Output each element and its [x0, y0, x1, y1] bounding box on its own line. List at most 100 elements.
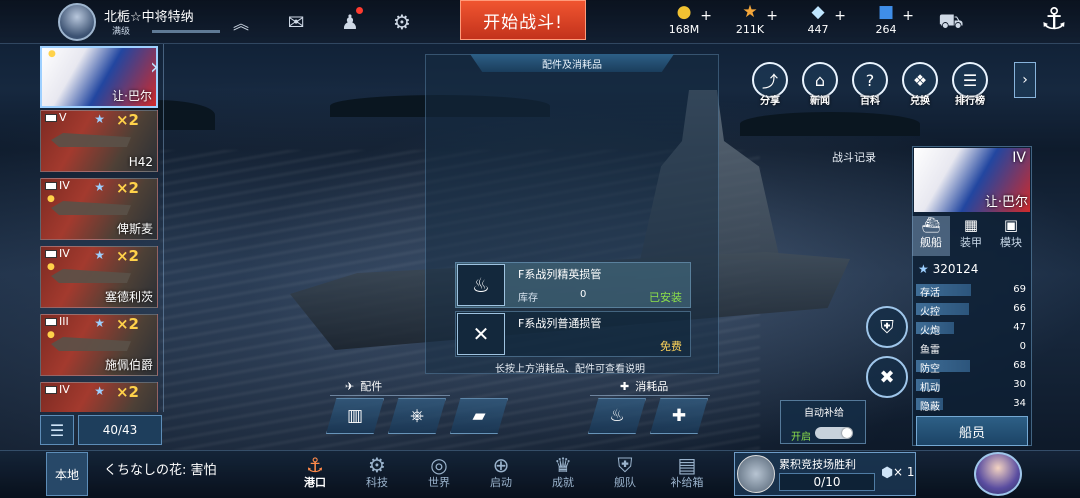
nav-world[interactable]: ◎ 世界: [414, 452, 464, 490]
settings-gear-icon[interactable]: ⚙: [388, 8, 416, 36]
list-menu-icon[interactable]: ☰: [40, 415, 74, 445]
crew-button[interactable]: 船员: [916, 416, 1028, 446]
ship-stat-row: 隐蔽 34: [916, 396, 1030, 413]
stat-name: 火控: [920, 307, 940, 318]
auto-supply-toggle[interactable]: [815, 427, 853, 439]
star-icon: ★: [94, 384, 105, 398]
repair-tools-icon[interactable]: ✖: [866, 356, 908, 398]
arena-medal-icon: [737, 455, 775, 493]
captain-avatar[interactable]: [974, 452, 1022, 496]
battle-record-link[interactable]: 战斗记录: [832, 149, 876, 165]
player-level: 满级: [112, 27, 131, 37]
ship-power: ★ 320124: [918, 262, 979, 276]
consumable-item-elite-damage-control[interactable]: ♨ F系战列精英损管 库存 0 已安装: [455, 262, 691, 308]
auto-supply-state: 开启: [791, 432, 811, 443]
star-icon: ★: [918, 262, 929, 276]
rank-wings-icon[interactable]: ︽: [228, 10, 254, 34]
stat-value: 66: [1013, 303, 1026, 314]
stat-name: 鱼雷: [920, 345, 940, 356]
stat-value: 68: [1013, 360, 1026, 371]
stat-value: 47: [1013, 322, 1026, 333]
ship-name: 让·巴尔: [984, 195, 1028, 210]
ship-tier: IV: [1012, 150, 1026, 166]
ship-list[interactable]: ● 让·巴尔 V ★ ×2 H42 IV ★ ×2 ● 俾斯麦 IV ★ ×2 …: [38, 44, 164, 412]
ship-hull-image: [51, 133, 131, 147]
stat-name: 火炮: [920, 326, 940, 337]
helm-icon: ⎈: [410, 406, 424, 426]
ship-count: 40/43: [78, 415, 162, 445]
selected-ship-card[interactable]: IV 让·巴尔: [914, 148, 1030, 212]
star-icon: ★: [94, 112, 105, 126]
gem-icon: ⬢: [881, 465, 894, 481]
nav-achievement[interactable]: ♛ 成就: [538, 452, 588, 490]
collapse-arrow-icon[interactable]: ›: [150, 55, 162, 85]
redeem-button[interactable]: ❖ 兑换: [900, 62, 940, 107]
resource-gold[interactable]: ● + 168M: [654, 2, 714, 36]
ship-card[interactable]: IV ★ ×2 ● 塞德利茨: [40, 246, 158, 308]
shop-cart-icon[interactable]: ⛟: [936, 8, 966, 36]
nav-port[interactable]: ⚓ 港口: [290, 452, 340, 490]
lock-icon: ●: [47, 262, 55, 272]
resource-star[interactable]: ★ + 211K: [720, 2, 780, 36]
flag-icon: [45, 250, 57, 258]
notification-dot: [356, 7, 363, 14]
expand-right-arrow-icon[interactable]: ›: [1014, 62, 1036, 98]
chat-message[interactable]: くちなしの花: 害怕: [104, 459, 217, 478]
consumable-item-normal-damage-control[interactable]: ✕ F系战列普通损管 免费: [455, 311, 691, 357]
mail-icon[interactable]: ✉: [282, 8, 310, 36]
ship-card[interactable]: III ★ ×2 ● 施佩伯爵: [40, 314, 158, 376]
consumables-section-label: ✚ 消耗品: [620, 379, 669, 394]
news-button[interactable]: ⌂ 新闻: [800, 62, 840, 107]
ship-card[interactable]: IV ★ ×2 ● 俾斯麦: [40, 178, 158, 240]
start-battle-button[interactable]: 开始战斗!: [460, 0, 586, 40]
installed-status: 已安装: [649, 291, 682, 304]
plane-icon: ✈: [345, 379, 355, 393]
divider: [590, 395, 710, 396]
consumable-icon: ✚: [620, 379, 630, 393]
local-chat-button[interactable]: 本地: [46, 452, 88, 496]
arena-progress-panel[interactable]: 累积竞技场胜利 0/10 ⬢ × 1: [734, 452, 916, 496]
ship-card[interactable]: V ★ ×2 H42: [40, 110, 158, 172]
player-avatar[interactable]: [58, 3, 96, 41]
ship-tier: IV: [59, 179, 70, 192]
reward-multiplier: ×2: [115, 179, 139, 197]
resource-diamond[interactable]: ◆ + 447: [788, 2, 848, 36]
nav-fleet[interactable]: ⛨ 舰队: [600, 452, 650, 490]
turret-icon: ▰: [472, 406, 486, 426]
reward-multiplier: ×2: [115, 247, 139, 265]
parts-section-label: ✈ 配件: [345, 379, 383, 394]
resource-cube[interactable]: ■ + 264: [856, 2, 916, 36]
stock-label: 库存: [518, 293, 538, 304]
ship-stat-row: 存活 69: [916, 282, 1030, 299]
share-button[interactable]: ⤴ 分享: [750, 62, 790, 107]
lock-icon: ●: [48, 49, 56, 59]
ranking-button[interactable]: ☰ 排行榜: [950, 62, 990, 107]
nav-tech[interactable]: ⚙ 科技: [352, 452, 402, 490]
ship-stat-row: 鱼雷 0: [916, 339, 1030, 356]
anchor-menu-icon[interactable]: ⚓: [1032, 2, 1076, 44]
tab-armor[interactable]: ▦ 装甲: [952, 216, 990, 256]
encyclopedia-button[interactable]: ? 百科: [850, 62, 890, 107]
ship-tier: V: [59, 111, 67, 124]
ship-hull-image: [51, 337, 131, 351]
nav-launch[interactable]: ⊕ 启动: [476, 452, 526, 490]
tab-ship[interactable]: ⛴ 舰船: [912, 216, 950, 256]
lock-icon: ●: [47, 330, 55, 340]
ship-stat-row: 火控 66: [916, 301, 1030, 318]
ship-card[interactable]: IV ★ ×2: [40, 382, 158, 412]
tab-module[interactable]: ▣ 模块: [992, 216, 1030, 256]
panel-title: 配件及消耗品: [470, 54, 674, 72]
armor-icon: ▦: [963, 216, 979, 234]
divider: [330, 395, 450, 396]
ship-card[interactable]: ● 让·巴尔: [40, 46, 158, 108]
armor-shield-icon[interactable]: ⛨: [866, 306, 908, 348]
stat-name: 机动: [920, 383, 940, 394]
reward-multiplier: ×2: [115, 383, 139, 401]
stat-value: 30: [1013, 379, 1026, 390]
nav-supply-box[interactable]: ▤ 补给箱: [662, 452, 712, 490]
reward-multiplier: ×2: [115, 111, 139, 129]
ship-name: 让·巴尔: [112, 89, 152, 103]
ship-name: 俾斯麦: [116, 222, 153, 236]
island: [740, 112, 920, 136]
star-icon: ★: [94, 180, 105, 194]
